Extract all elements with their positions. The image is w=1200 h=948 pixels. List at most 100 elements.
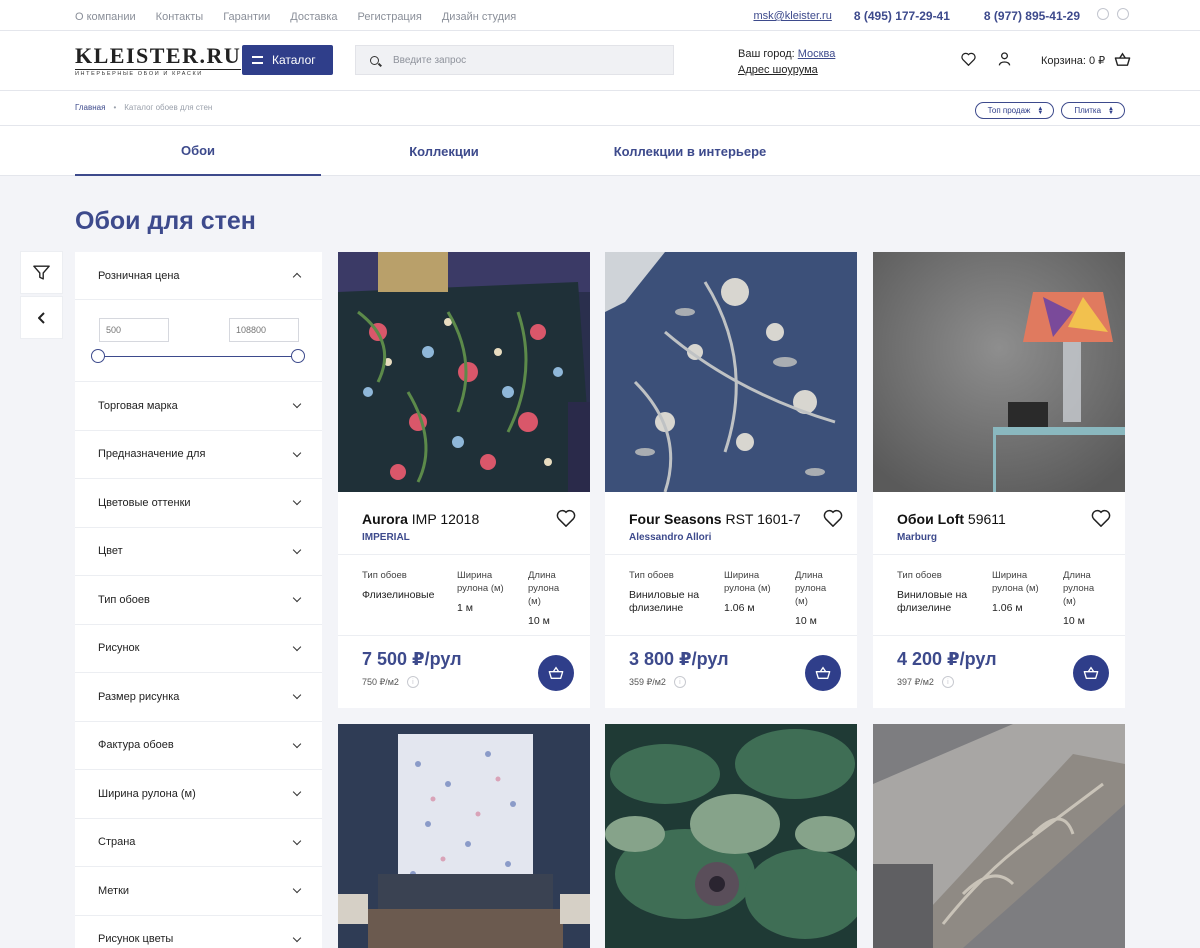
topnav-about[interactable]: О компании: [75, 11, 136, 23]
contacts: msk@kleister.ru 8 (495) 177-29-41 8 (977…: [753, 9, 1080, 23]
search-icon[interactable]: [370, 55, 379, 65]
showroom-link[interactable]: Адрес шоурума: [738, 62, 835, 78]
filter-purpose[interactable]: Предназначение для: [75, 431, 322, 479]
add-to-cart-button[interactable]: [805, 655, 841, 691]
filter-wallpaper-type[interactable]: Тип обоев: [75, 576, 322, 625]
email-link[interactable]: msk@kleister.ru: [753, 10, 831, 22]
filter-pattern[interactable]: Рисунок: [75, 625, 322, 673]
add-to-favorites-icon[interactable]: [823, 509, 843, 527]
product-name[interactable]: Aurora IMP 12018: [362, 511, 479, 527]
messenger-icons: [1097, 8, 1129, 20]
price-min-input[interactable]: [99, 318, 169, 342]
catalog-button[interactable]: Каталог: [242, 45, 333, 75]
spec-length-value: 10 м: [795, 615, 817, 627]
add-to-cart-button[interactable]: [1073, 655, 1109, 691]
spec-type-value: Виниловые на флизелине: [897, 589, 968, 614]
spec-type-value: Виниловые на флизелине: [629, 589, 700, 614]
info-icon[interactable]: i: [406, 676, 419, 688]
filter-color[interactable]: Цвет: [75, 528, 322, 576]
spec-length-label: Длина рулона (м): [795, 570, 827, 607]
product-brand[interactable]: IMPERIAL: [362, 532, 410, 543]
product-card[interactable]: [605, 724, 857, 948]
tab-collections[interactable]: Коллекции: [321, 126, 567, 176]
info-icon[interactable]: i: [941, 676, 954, 688]
collapse-sidebar-button[interactable]: [21, 297, 62, 338]
add-to-cart-button[interactable]: [538, 655, 574, 691]
filter-tags[interactable]: Метки: [75, 867, 322, 916]
filter-icon: [33, 265, 50, 280]
logo[interactable]: KLEISTER.RU Интерьерные обои и краски: [75, 45, 242, 77]
account-icon[interactable]: [998, 52, 1011, 66]
price-per-m2: 397 ₽/м2 i: [897, 676, 954, 688]
filter-pattern-size[interactable]: Размер рисунка: [75, 673, 322, 722]
spec-length-value: 10 м: [1063, 615, 1085, 627]
filter-toggle-button[interactable]: [21, 252, 62, 293]
spec-width-value: 1.06 м: [724, 602, 755, 614]
breadcrumb: Главная • Каталог обоев для стен: [75, 103, 212, 112]
page-title: Обои для стен: [75, 207, 256, 235]
filter-brand[interactable]: Торговая марка: [75, 382, 322, 431]
sort-order-label: Топ продаж: [987, 106, 1031, 115]
filter-roll-width[interactable]: Ширина рулона (м): [75, 770, 322, 819]
chevron-left-icon: [37, 311, 45, 324]
chevron-down-icon: [292, 691, 302, 700]
city-link[interactable]: Москва: [798, 48, 836, 60]
topnav-delivery[interactable]: Доставка: [290, 11, 337, 23]
product-name[interactable]: Обои Loft 59611: [897, 511, 1006, 527]
topnav-registration[interactable]: Регистрация: [358, 11, 422, 23]
product-price: 3 800 ₽/рул: [629, 649, 729, 669]
product-image[interactable]: [338, 724, 590, 948]
search-box: [355, 45, 674, 75]
product-card[interactable]: Aurora IMP 12018 IMPERIAL Тип обоев Шири…: [338, 252, 590, 708]
add-to-favorites-icon[interactable]: [1091, 509, 1111, 527]
tab-collections-interior[interactable]: Коллекции в интерьере: [567, 126, 813, 176]
product-card[interactable]: Обои Loft 59611 Marburg Тип обоев Ширина…: [873, 252, 1125, 708]
product-brand[interactable]: Alessandro Allori: [629, 532, 711, 543]
phone-link-1[interactable]: 8 (495) 177-29-41: [854, 9, 950, 23]
filter-label: Рисунок цветы: [98, 933, 174, 946]
product-name[interactable]: Four Seasons RST 1601-7: [629, 511, 801, 527]
price-slider-track[interactable]: [99, 356, 299, 357]
city-block: Ваш город: Москва Адрес шоурума: [738, 46, 835, 78]
breadcrumb-bar: Главная • Каталог обоев для стен Топ про…: [0, 91, 1200, 126]
filter-label: Ширина рулона (м): [98, 787, 196, 800]
product-image[interactable]: [873, 252, 1125, 492]
product-image[interactable]: [605, 252, 857, 492]
filter-country[interactable]: Страна: [75, 819, 322, 867]
price-max-input[interactable]: [229, 318, 299, 342]
product-price: 7 500 ₽/рул: [362, 649, 462, 669]
filter-label: Торговая марка: [98, 399, 178, 412]
product-image[interactable]: [338, 252, 590, 492]
price-slider-max-handle[interactable]: [291, 349, 305, 363]
view-mode-select[interactable]: Плитка ▲ ▼: [1061, 102, 1125, 119]
catalog-label: Каталог: [272, 53, 316, 67]
cart-total[interactable]: Корзина: 0 ₽: [1041, 54, 1105, 67]
spec-type-value: Флизелиновые: [362, 589, 435, 601]
whatsapp-icon[interactable]: [1097, 8, 1109, 20]
product-brand[interactable]: Marburg: [897, 532, 937, 543]
breadcrumb-home[interactable]: Главная: [75, 103, 105, 112]
product-card[interactable]: [873, 724, 1125, 948]
topnav-design-studio[interactable]: Дизайн студия: [442, 11, 516, 23]
phone-link-2[interactable]: 8 (977) 895-41-29: [984, 9, 1080, 23]
filter-texture[interactable]: Фактура обоев: [75, 722, 322, 770]
filter-color-shades[interactable]: Цветовые оттенки: [75, 479, 322, 528]
sort-order-select[interactable]: Топ продаж ▲ ▼: [974, 102, 1055, 119]
cart-icon[interactable]: [1114, 52, 1131, 67]
add-to-favorites-icon[interactable]: [556, 509, 576, 527]
product-image[interactable]: [605, 724, 857, 948]
product-card[interactable]: Four Seasons RST 1601-7 Alessandro Allor…: [605, 252, 857, 708]
topnav-contacts[interactable]: Контакты: [156, 11, 204, 23]
tab-wallpapers[interactable]: Обои: [75, 126, 321, 176]
favorites-icon[interactable]: [961, 52, 976, 66]
viber-icon[interactable]: [1117, 8, 1129, 20]
product-image[interactable]: [873, 724, 1125, 948]
filter-price-header[interactable]: Розничная цена: [75, 252, 322, 300]
topnav-guarantees[interactable]: Гарантии: [223, 11, 270, 23]
product-card[interactable]: [338, 724, 590, 948]
filter-pattern-flowers[interactable]: Рисунок цветы: [75, 916, 322, 948]
sort-controls: Топ продаж ▲ ▼ Плитка ▲ ▼: [974, 102, 1125, 119]
info-icon[interactable]: i: [673, 676, 686, 688]
price-slider-min-handle[interactable]: [91, 349, 105, 363]
search-input[interactable]: [393, 54, 623, 66]
